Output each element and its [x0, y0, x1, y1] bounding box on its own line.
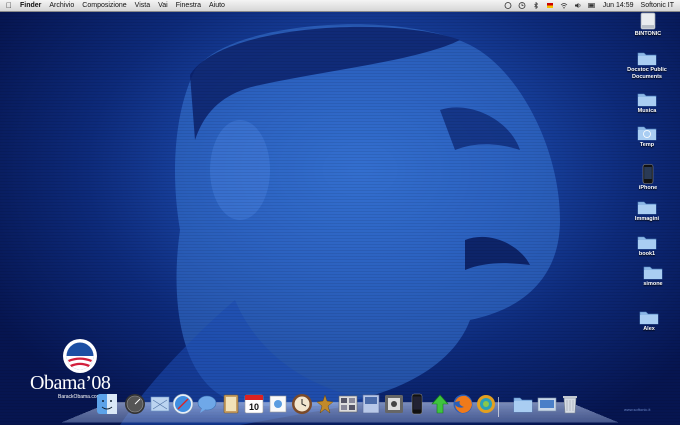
desktop-icon-simone[interactable]: simone: [628, 264, 678, 288]
folder-icon: [637, 236, 657, 250]
trash-icon[interactable]: [559, 393, 581, 415]
desktop-icon-temp[interactable]: Temp: [622, 124, 672, 149]
folder-icon: [637, 126, 657, 141]
time-machine-icon[interactable]: [291, 393, 313, 415]
safari-icon[interactable]: [172, 393, 194, 415]
dock: 10: [92, 393, 592, 421]
folder-icon: [637, 93, 657, 107]
ical-day-label: 10: [249, 402, 259, 412]
hard-drive-icon: [640, 12, 656, 30]
menu-archivio[interactable]: Archivio: [49, 0, 74, 11]
mail-icon[interactable]: [149, 393, 171, 415]
desktop-icon-iphone[interactable]: iPhone: [623, 164, 673, 192]
itunes-icon[interactable]: [383, 393, 405, 415]
dock-separator: [498, 397, 499, 417]
desktop-icon-label: iPhone: [638, 185, 658, 191]
menu-bar:  Finder Archivio Composizione Vista Vai…: [0, 0, 680, 12]
watermark-text: www.softonic.it: [624, 407, 651, 412]
folder-icon: [643, 266, 663, 280]
logo-wordmark: Obama’08: [30, 372, 111, 394]
desktop-icon-label: BINTONIC: [634, 31, 662, 37]
folder-icon: [639, 311, 659, 325]
flag-icon[interactable]: [546, 2, 554, 9]
desktop-icon-label: Musica: [637, 108, 657, 114]
documents-folder-icon[interactable]: [512, 393, 534, 415]
desktop-icon-label: Temp: [639, 142, 655, 148]
desktop-icon-book1[interactable]: book1: [622, 234, 672, 258]
menu-vai[interactable]: Vai: [158, 0, 168, 11]
apple-menu-icon[interactable]: : [6, 0, 14, 11]
desktop-icon-label: Immagini: [634, 216, 660, 222]
menu-vista[interactable]: Vista: [135, 0, 150, 11]
menu-finestra[interactable]: Finestra: [176, 0, 201, 11]
menu-extras: Jun 14:59 Softonic IT: [498, 0, 674, 11]
volume-icon[interactable]: [574, 2, 582, 9]
desktop-icon-bintonic[interactable]: BINTONIC: [623, 12, 673, 38]
network-icon[interactable]: [504, 2, 512, 9]
desktop-icon-musica[interactable]: Musica: [622, 91, 672, 115]
menu-user[interactable]: Softonic IT: [641, 0, 674, 11]
menu-aiuto[interactable]: Aiuto: [209, 0, 225, 11]
rising-sun-logo-icon: [63, 339, 97, 373]
address-book-icon[interactable]: [220, 393, 242, 415]
iphone-icon[interactable]: [406, 393, 428, 415]
applications-folder-icon[interactable]: [536, 393, 558, 415]
menu-finder[interactable]: Finder: [20, 0, 41, 11]
iphone-icon: [642, 164, 654, 184]
firefox-icon[interactable]: [452, 393, 474, 415]
desktop-icon-label: Alex: [643, 326, 655, 332]
battery-icon[interactable]: [587, 2, 596, 9]
desktop-icon-docstoc[interactable]: Docstoc Public Documents: [622, 50, 672, 81]
ical-icon[interactable]: 10: [243, 393, 265, 415]
app-icon[interactable]: [475, 393, 497, 415]
dashboard-icon[interactable]: [124, 393, 146, 415]
desktop-icon-alex[interactable]: Alex: [624, 309, 674, 333]
preview-icon[interactable]: [267, 393, 289, 415]
folder-icon: [637, 52, 657, 66]
folder-icon: [637, 201, 657, 215]
desktop-icon-label: simone: [643, 281, 663, 287]
time-machine-icon[interactable]: [518, 2, 526, 9]
ichat-icon[interactable]: [196, 393, 218, 415]
scanline-texture: [0, 0, 680, 425]
bluetooth-icon[interactable]: [532, 2, 540, 9]
finder-icon[interactable]: [96, 393, 118, 415]
itunes-icon[interactable]: [360, 393, 382, 415]
menu-composizione[interactable]: Composizione: [82, 0, 126, 11]
update-icon[interactable]: [429, 393, 451, 415]
system-preferences-icon[interactable]: [314, 393, 336, 415]
wifi-icon[interactable]: [560, 2, 568, 9]
photo-icon[interactable]: [337, 393, 359, 415]
menu-clock[interactable]: Jun 14:59: [603, 0, 634, 11]
desktop-icon-label: Docstoc Public Documents: [627, 67, 667, 80]
desktop-icon-label: book1: [638, 251, 656, 257]
desktop-icon-immagini[interactable]: Immagini: [622, 199, 672, 223]
